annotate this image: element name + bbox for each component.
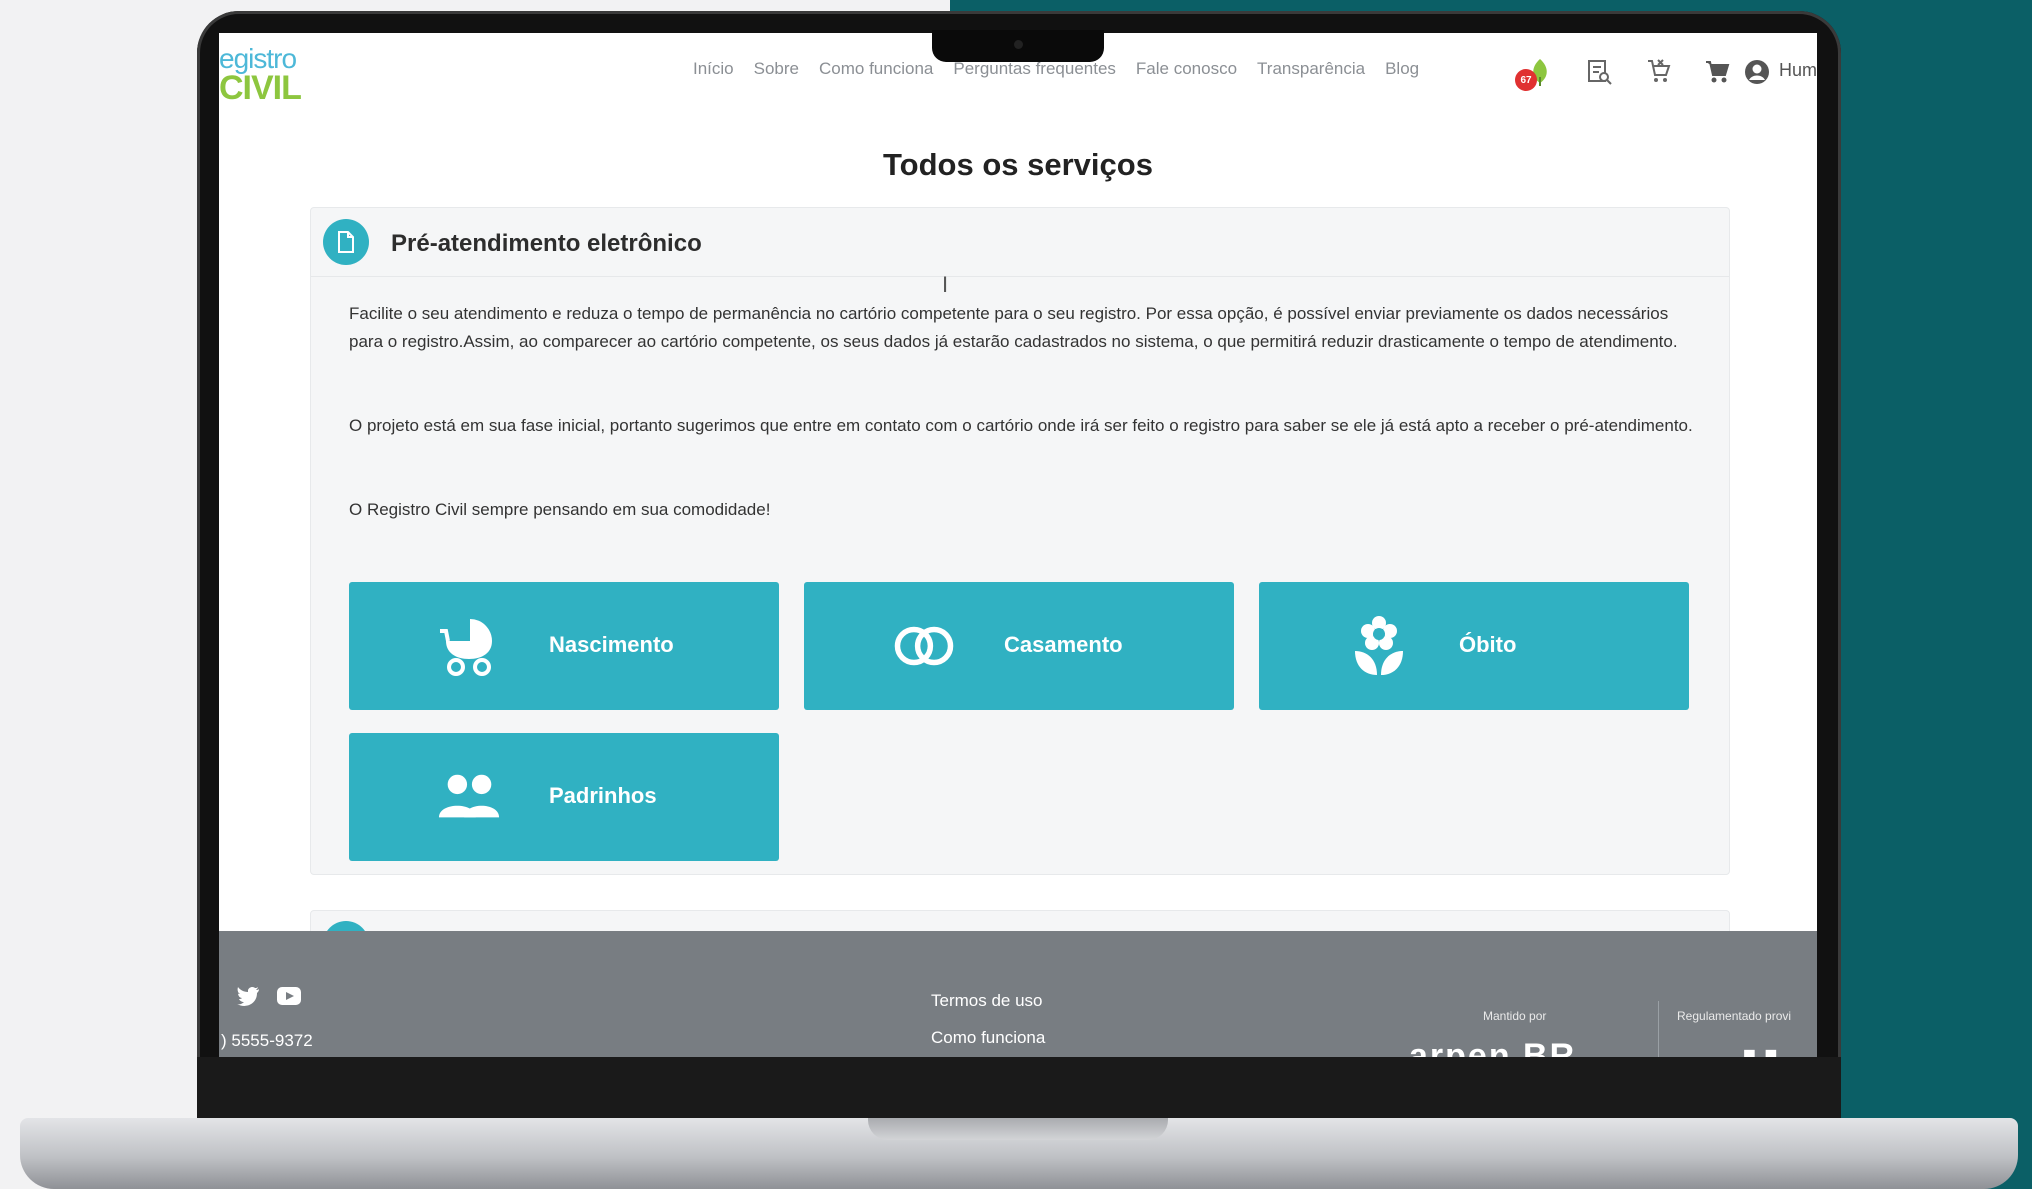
rings-icon	[892, 614, 956, 678]
twitter-icon[interactable]	[235, 985, 261, 1007]
user-circle-icon	[1745, 60, 1769, 84]
regulator-logo[interactable]: ▬ ▮ ▮	[1709, 1043, 1778, 1057]
nav-transparencia[interactable]: Transparência	[1257, 59, 1365, 79]
registro-civil-logo[interactable]: egistro CIVIL	[219, 43, 311, 107]
nav-fale-conosco[interactable]: Fale conosco	[1136, 59, 1237, 79]
site-footer: ) 5555-9372 Termos de uso Como funciona …	[219, 931, 1817, 1057]
card-header: Pré-atendimento eletrônico	[311, 208, 1729, 277]
browser-screen: egistro CIVIL Início Sobre Como funciona…	[219, 33, 1817, 1057]
service-obito-button[interactable]: Óbito	[1259, 582, 1689, 710]
regulated-by-label: Regulamentado provi	[1677, 1009, 1792, 1023]
camera-icon	[1014, 40, 1023, 49]
footer-phone[interactable]: ) 5555-9372	[221, 1031, 313, 1051]
laptop-hinge-groove	[868, 1118, 1168, 1140]
notification-badge: 67	[1515, 69, 1537, 91]
service-casamento-button[interactable]: Casamento	[804, 582, 1234, 710]
cart-remove-icon	[1648, 59, 1671, 82]
footer-link-termos[interactable]: Termos de uso	[931, 991, 1043, 1011]
service-card: Pré-atendimento eletrônico Facilite o se…	[310, 207, 1730, 875]
nav-perguntas-frequentes[interactable]: Perguntas frequentes	[953, 59, 1116, 79]
footer-divider	[1658, 1001, 1659, 1057]
text-cursor-icon: I	[942, 272, 949, 297]
nav-sobre[interactable]: Sobre	[754, 59, 799, 79]
main-nav: Início Sobre Como funciona Perguntas fre…	[693, 59, 1419, 79]
cart-button[interactable]	[1701, 55, 1735, 89]
service-label: Nascimento	[549, 632, 674, 657]
card-title: Pré-atendimento eletrônico	[391, 230, 702, 257]
nav-como-funciona[interactable]: Como funciona	[819, 59, 933, 79]
document-icon	[323, 219, 369, 265]
nav-blog[interactable]: Blog	[1385, 59, 1419, 79]
service-label: Óbito	[1459, 632, 1517, 657]
arpen-logo[interactable]: arpen BR	[1409, 1037, 1576, 1057]
youtube-icon[interactable]	[276, 985, 302, 1007]
shopping-cart-icon	[1706, 61, 1730, 83]
notification-button[interactable]: 67	[1515, 55, 1557, 91]
user-name[interactable]: Hum	[1779, 60, 1817, 81]
screen-bezel-bottom	[197, 1057, 1841, 1118]
service-label: Padrinhos	[549, 783, 657, 808]
maintained-by-label: Mantido por	[1483, 1009, 1547, 1023]
users-icon	[437, 765, 501, 829]
service-nascimento-button[interactable]: Nascimento	[349, 582, 779, 710]
receipt-search-icon	[1588, 60, 1612, 85]
footer-link-como-funciona[interactable]: Como funciona	[931, 1028, 1045, 1048]
receipt-search-button[interactable]	[1582, 55, 1616, 89]
user-account-button[interactable]	[1740, 55, 1774, 89]
logo-text-bottom: CIVIL	[219, 69, 302, 107]
nav-inicio[interactable]: Início	[693, 59, 734, 79]
flower-icon	[1347, 614, 1411, 678]
cart-remove-button[interactable]	[1642, 55, 1676, 89]
page-title: Todos os serviços	[883, 147, 1153, 182]
description-paragraph: Facilite o seu atendimento e reduza o te…	[349, 304, 1678, 351]
baby-carriage-icon	[437, 614, 501, 678]
tagline-paragraph: O Registro Civil sempre pensando em sua …	[349, 500, 771, 519]
notice-paragraph: O projeto está em sua fase inicial, port…	[349, 416, 1693, 435]
service-padrinhos-button[interactable]: Padrinhos	[349, 733, 779, 861]
service-label: Casamento	[1004, 632, 1123, 657]
